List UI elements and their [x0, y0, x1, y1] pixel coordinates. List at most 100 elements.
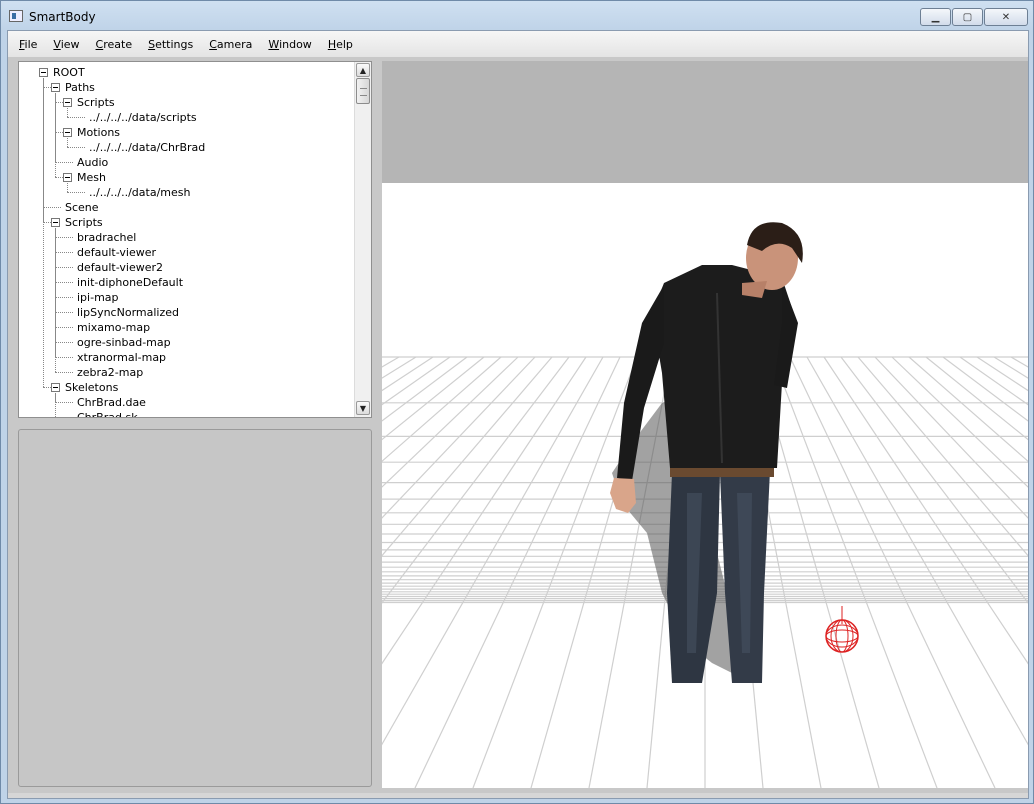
tree-connector	[55, 402, 73, 403]
tree-connector	[55, 327, 73, 328]
tree-collapse-icon[interactable]	[51, 83, 60, 92]
tree-connector	[43, 207, 61, 208]
tree-connector	[55, 177, 63, 178]
tree-item[interactable]: ChrBrad.sk	[77, 410, 138, 417]
tree-connector	[67, 147, 85, 148]
tree-connector	[67, 183, 68, 192]
menu-bar: File View Create Settings Camera Window Help	[8, 31, 1028, 57]
tree-scrollbar[interactable]: ▲ ▼	[354, 62, 371, 417]
menu-mnemonic: V	[53, 37, 61, 51]
tree-connector	[55, 102, 63, 103]
window-controls: ▁ ▢ ✕	[919, 8, 1028, 26]
menu-label: ettings	[155, 37, 194, 51]
scroll-thumb[interactable]	[356, 78, 370, 104]
tree-connector	[67, 117, 85, 118]
menu-label: elp	[336, 37, 353, 51]
tree-item[interactable]: ChrBrad.dae	[77, 395, 146, 410]
app-icon	[9, 10, 23, 22]
close-icon: ✕	[1001, 11, 1011, 23]
menu-label: iew	[60, 37, 80, 51]
tree-item[interactable]: bradrachel	[77, 230, 136, 245]
tree-connector	[55, 357, 73, 358]
menu-mnemonic: H	[327, 37, 337, 51]
menu-camera[interactable]: Camera	[201, 38, 260, 51]
menu-label: amera	[216, 37, 253, 51]
tree-item[interactable]: xtranormal-map	[77, 350, 166, 365]
tree-connector	[55, 393, 56, 417]
tree-connector	[43, 87, 51, 88]
tree-collapse-icon[interactable]	[63, 173, 72, 182]
status-strip	[8, 793, 1028, 798]
tree-item[interactable]: ipi-map	[77, 290, 119, 305]
tree-item[interactable]: zebra2-map	[77, 365, 143, 380]
tree-collapse-icon[interactable]	[51, 383, 60, 392]
attribute-panel	[18, 429, 372, 787]
tree-item[interactable]: ROOT	[53, 65, 85, 80]
tree-collapse-icon[interactable]	[39, 68, 48, 77]
tree-item[interactable]: Scripts	[77, 95, 115, 110]
tree-item[interactable]: Scene	[65, 200, 99, 215]
tree-connector	[55, 282, 73, 283]
tree-connector	[55, 372, 73, 373]
minimize-button[interactable]: ▁	[920, 8, 951, 26]
tree-item[interactable]: Motions	[77, 125, 120, 140]
character-model[interactable]	[592, 173, 852, 693]
tree-connector	[55, 252, 73, 253]
menu-file[interactable]: File	[11, 38, 45, 51]
tree-item[interactable]: Mesh	[77, 170, 106, 185]
tree-connector	[67, 192, 85, 193]
resource-tree[interactable]: ROOT Paths Scripts ../../../../data/scripts…	[19, 62, 354, 417]
menu-view[interactable]: View	[45, 38, 87, 51]
tree-connector	[67, 108, 68, 117]
menu-label: indow	[279, 37, 312, 51]
tree-connector	[55, 132, 63, 133]
3d-viewport[interactable]	[382, 61, 1028, 788]
tree-collapse-icon[interactable]	[51, 218, 60, 227]
tree-connector	[55, 237, 73, 238]
menu-help[interactable]: Help	[320, 38, 361, 51]
tree-collapse-icon[interactable]	[63, 98, 72, 107]
tree-item[interactable]: ../../../../data/ChrBrad	[89, 140, 205, 155]
window-title: SmartBody	[29, 10, 96, 24]
tree-connector	[55, 342, 73, 343]
resource-tree-panel: ROOT Paths Scripts ../../../../data/scripts…	[18, 61, 372, 418]
tree-connector	[55, 267, 73, 268]
tree-item[interactable]: ogre-sinbad-map	[77, 335, 171, 350]
maximize-icon: ▢	[962, 11, 973, 23]
menu-mnemonic: C	[209, 37, 217, 51]
app-window: SmartBody ▁ ▢ ✕ File View Create Settings Ca…	[0, 0, 1034, 804]
main-content: ROOT Paths Scripts ../../../../data/scripts…	[8, 57, 1028, 798]
tree-item[interactable]: Paths	[65, 80, 95, 95]
tree-item[interactable]: default-viewer	[77, 245, 156, 260]
tree-item[interactable]: Scripts	[65, 215, 103, 230]
close-button[interactable]: ✕	[984, 8, 1028, 26]
tree-item[interactable]: Audio	[77, 155, 108, 170]
menu-window[interactable]: Window	[260, 38, 319, 51]
scroll-down-icon: ▼	[359, 403, 367, 413]
tree-connector	[55, 297, 73, 298]
tree-connector	[43, 222, 51, 223]
tree-item[interactable]: ../../../../data/mesh	[89, 185, 190, 200]
title-bar[interactable]: SmartBody ▁ ▢ ✕	[1, 1, 1033, 31]
menu-label: reate	[103, 37, 133, 51]
menu-mnemonic: W	[268, 37, 280, 51]
tree-collapse-icon[interactable]	[63, 128, 72, 137]
menu-create[interactable]: Create	[88, 38, 141, 51]
scroll-down-button[interactable]: ▼	[356, 401, 370, 415]
tree-item[interactable]: lipSyncNormalized	[77, 305, 179, 320]
menu-label: ile	[24, 37, 38, 51]
tree-connector	[67, 138, 68, 147]
tree-item[interactable]: ../../../../data/scripts	[89, 110, 197, 125]
tree-item[interactable]: mixamo-map	[77, 320, 150, 335]
pawn-marker[interactable]	[822, 606, 862, 656]
tree-connector	[43, 387, 51, 388]
tree-item[interactable]: default-viewer2	[77, 260, 163, 275]
client-area: File View Create Settings Camera Window Help R…	[7, 30, 1029, 799]
scroll-up-button[interactable]: ▲	[356, 63, 370, 77]
tree-item[interactable]: init-diphoneDefault	[77, 275, 183, 290]
tree-connector	[55, 228, 56, 372]
maximize-button[interactable]: ▢	[952, 8, 983, 26]
tree-item[interactable]: Skeletons	[65, 380, 118, 395]
menu-settings[interactable]: Settings	[140, 38, 201, 51]
tree-connector	[55, 162, 73, 163]
